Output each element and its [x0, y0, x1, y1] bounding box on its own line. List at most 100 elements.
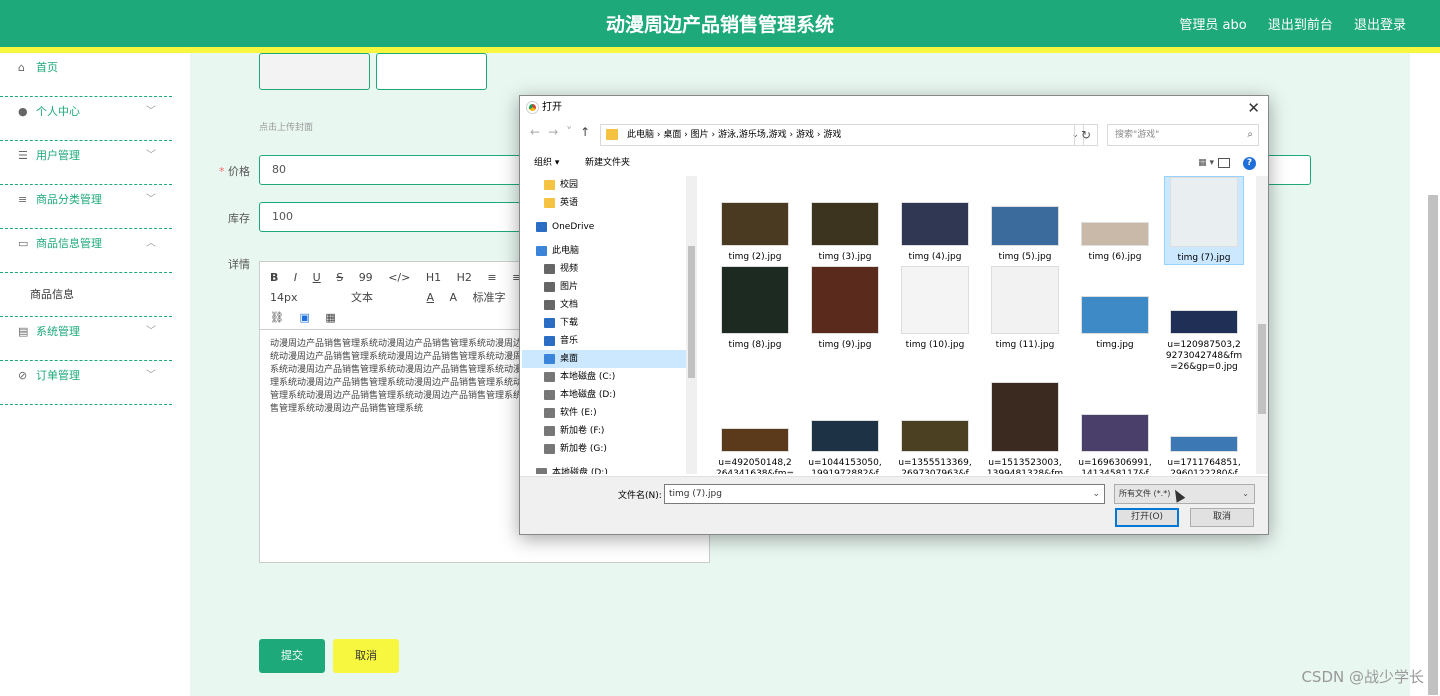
tree-item[interactable]: 英语 — [522, 194, 686, 212]
image-icon[interactable]: ▣ — [299, 308, 309, 328]
up-icon[interactable]: ↑ — [580, 125, 598, 139]
strikethrough-button[interactable]: S — [336, 268, 343, 288]
file-item[interactable]: timg (8).jpg — [715, 264, 795, 351]
tree-item[interactable]: 此电脑 — [522, 242, 686, 260]
file-thumbnail — [1081, 222, 1149, 246]
scrollbar-thumb[interactable] — [688, 246, 695, 378]
search-input[interactable]: 搜索"游戏" ⌕ — [1107, 124, 1259, 146]
tree-item[interactable]: 软件 (E:) — [522, 404, 686, 422]
background-color-button[interactable]: A — [450, 288, 458, 308]
sidebar-item-home[interactable]: ⌂ 首页 — [0, 53, 172, 97]
folder-icon — [544, 300, 555, 310]
tree-item[interactable]: 本地磁盘 (D:) — [522, 386, 686, 404]
organize-button[interactable]: 组织 ▾ — [534, 152, 559, 174]
filetype-select[interactable]: 所有文件 (*.*) ⌄ — [1114, 484, 1255, 504]
file-item[interactable]: u=120987503,2 9273042748&fm =26&gp=0.jpg — [1164, 264, 1244, 373]
file-item[interactable]: u=1513523003, 1399481328&fm — [985, 382, 1065, 474]
tree-item-label: OneDrive — [552, 222, 595, 232]
tree-item[interactable]: OneDrive — [522, 218, 686, 236]
tree-item[interactable]: 校园 — [522, 176, 686, 194]
help-icon[interactable]: ? — [1243, 157, 1256, 170]
file-item[interactable]: timg (10).jpg — [895, 264, 975, 351]
sidebar-item-products[interactable]: ▭ 商品信息管理 ︿ — [0, 229, 172, 273]
file-item[interactable]: u=1696306991, 1413458117&f — [1075, 382, 1155, 474]
navigation-tree: 校园 英语 OneDrive 此电脑 视频 图片 文档 下载 音乐 桌面 本地磁盘 (C:) 本地磁盘… — [522, 176, 687, 474]
underline-button[interactable]: U — [313, 268, 321, 288]
tree-item[interactable]: 本地磁盘 (C:) — [522, 368, 686, 386]
submit-button[interactable]: 提交 — [259, 639, 325, 673]
tree-item-label: 此电脑 — [552, 246, 580, 256]
h1-button[interactable]: H1 — [426, 268, 441, 288]
file-item[interactable]: timg.jpg — [1075, 264, 1155, 351]
view-options-icon[interactable]: ▦ ▾ — [1198, 152, 1214, 174]
font-family-select[interactable]: 标准字 — [473, 288, 506, 308]
address-bar[interactable]: 此电脑 › 桌面 › 图片 › 游泳,游乐场,游戏 › 游戏 › 游戏 ⌄ — [600, 124, 1084, 146]
h2-button[interactable]: H2 — [457, 268, 472, 288]
file-item[interactable]: timg (4).jpg — [895, 176, 975, 263]
folder-icon — [544, 390, 555, 400]
refresh-icon[interactable]: ↻ — [1074, 124, 1098, 146]
cancel-button[interactable]: 取消 — [333, 639, 399, 673]
tree-item[interactable]: 本地磁盘 (D:) — [522, 464, 686, 474]
file-item[interactable]: timg (11).jpg — [985, 264, 1065, 351]
sidebar-item-profile[interactable]: ● 个人中心 ﹀ — [0, 97, 172, 141]
tree-item[interactable]: 音乐 — [522, 332, 686, 350]
user-icon: ● — [18, 105, 28, 118]
tree-item[interactable]: 桌面 — [522, 350, 686, 368]
video-icon[interactable]: ▦ — [325, 308, 335, 328]
stock-input[interactable]: 100 — [259, 202, 521, 232]
dialog-cancel-button[interactable]: 取消 — [1190, 508, 1254, 527]
sidebar-subitem-product-info[interactable]: 商品信息 — [0, 273, 172, 317]
file-item[interactable]: timg (7).jpg — [1164, 176, 1244, 265]
close-icon[interactable]: ✕ — [1247, 96, 1260, 120]
file-item[interactable]: u=1044153050, 1991972882&f — [805, 382, 885, 474]
open-button[interactable]: 打开(O) — [1115, 508, 1179, 527]
font-size-select[interactable]: 14px — [270, 288, 298, 308]
back-icon[interactable]: ← — [530, 125, 548, 139]
chevron-down-icon[interactable]: ⌄ — [1092, 485, 1100, 503]
new-folder-button[interactable]: 新建文件夹 — [585, 152, 630, 174]
file-item[interactable]: u=1355513369, 2697307963&f — [895, 382, 975, 474]
tree-item[interactable]: 视频 — [522, 260, 686, 278]
tree-item[interactable]: 下载 — [522, 314, 686, 332]
recent-icon[interactable]: ˅ — [566, 125, 580, 139]
tree-scrollbar[interactable] — [686, 176, 697, 474]
file-item[interactable]: timg (3).jpg — [805, 176, 885, 263]
exit-to-front-link[interactable]: 退出到前台 — [1268, 18, 1333, 33]
file-thumbnail — [901, 202, 969, 246]
sidebar-item-users[interactable]: ☰ 用户管理 ﹀ — [0, 141, 172, 185]
font-color-button[interactable]: A — [427, 288, 435, 308]
italic-button[interactable]: I — [294, 268, 297, 288]
cover-image-thumbnail[interactable] — [259, 53, 370, 90]
text-style-select[interactable]: 文本 — [351, 288, 373, 308]
bold-button[interactable]: B — [270, 268, 278, 288]
tree-item[interactable]: 文档 — [522, 296, 686, 314]
tree-item[interactable]: 新加卷 (F:) — [522, 422, 686, 440]
tree-item[interactable]: 新加卷 (G:) — [522, 440, 686, 458]
file-item[interactable]: u=1711764851, 2960122280&f — [1164, 382, 1244, 474]
file-item[interactable]: timg (6).jpg — [1075, 176, 1155, 263]
file-item[interactable]: u=492050148,2 264341638&fm= — [715, 382, 795, 474]
preview-pane-icon[interactable] — [1218, 158, 1230, 168]
link-icon[interactable]: ⛓ — [270, 308, 284, 328]
cover-upload-box[interactable] — [376, 53, 487, 90]
tree-item-label: 新加卷 (G:) — [560, 444, 607, 454]
page-scrollbar[interactable] — [1410, 53, 1440, 696]
tree-item[interactable]: 图片 — [522, 278, 686, 296]
ordered-list-button[interactable]: ≡ — [487, 268, 496, 288]
sidebar-item-system[interactable]: ▤ 系统管理 ﹀ — [0, 317, 172, 361]
file-item[interactable]: timg (2).jpg — [715, 176, 795, 263]
sidebar-item-orders[interactable]: ⊘ 订单管理 ﹀ — [0, 361, 172, 405]
file-item[interactable]: timg (9).jpg — [805, 264, 885, 351]
scrollbar-thumb[interactable] — [1428, 195, 1438, 695]
code-button[interactable]: </> — [388, 268, 410, 288]
file-item[interactable]: timg (5).jpg — [985, 176, 1065, 263]
filename-input[interactable]: timg (7).jpg ⌄ — [664, 484, 1105, 504]
logout-link[interactable]: 退出登录 — [1354, 18, 1406, 33]
files-scrollbar[interactable] — [1256, 176, 1268, 474]
quote-button[interactable]: 99 — [359, 268, 373, 288]
file-name: timg (6).jpg — [1088, 252, 1142, 262]
sidebar-item-categories[interactable]: ≡ 商品分类管理 ﹀ — [0, 185, 172, 229]
scrollbar-thumb[interactable] — [1258, 324, 1266, 414]
forward-icon[interactable]: → — [548, 125, 566, 139]
